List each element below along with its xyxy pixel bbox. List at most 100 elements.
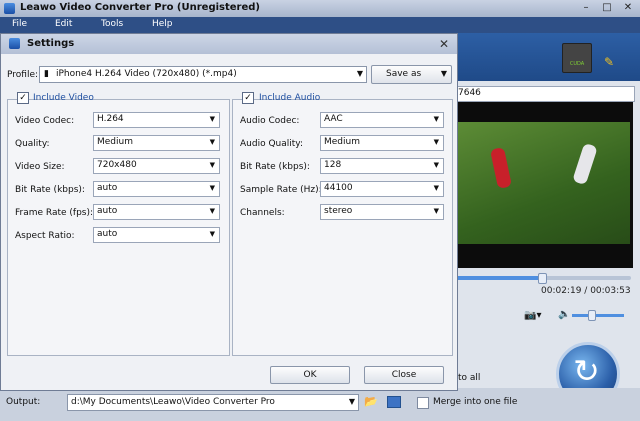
sample-rate-label: Sample Rate (Hz): — [240, 185, 322, 195]
video-quality-label: Quality: — [15, 139, 50, 149]
include-audio-label: Include Audio — [259, 93, 321, 103]
video-player-white — [572, 142, 598, 186]
convert-arrow-icon: ↻ — [573, 352, 600, 390]
output-path-select[interactable]: d:\My Documents\Leawo\Video Converter Pr… — [67, 394, 359, 411]
video-codec-value: H.264 — [97, 114, 124, 124]
profile-value: iPhone4 H.264 Video (720x480) (*.mp4) — [56, 69, 237, 79]
video-bitrate-select[interactable]: auto ▼ — [93, 181, 220, 197]
chevron-down-icon: ▼ — [440, 69, 447, 78]
video-quality-value: Medium — [97, 137, 133, 147]
dialog-title: Settings — [27, 38, 75, 49]
file-name-text: 7646 — [458, 88, 481, 98]
chevron-down-icon: ▼ — [348, 397, 355, 406]
video-player-red — [489, 146, 513, 190]
volume-handle[interactable] — [587, 310, 596, 321]
output-label: Output: — [6, 397, 41, 407]
frame-rate-select[interactable]: auto ▼ — [93, 204, 220, 220]
aspect-ratio-value: auto — [97, 229, 118, 239]
chevron-down-icon: ▼ — [209, 115, 215, 123]
channels-value: stereo — [324, 206, 353, 216]
camera-snapshot-icon[interactable]: 📷▾ — [524, 310, 541, 321]
merge-checkbox[interactable] — [417, 397, 429, 409]
file-name-field: 7646 — [455, 86, 635, 102]
profile-label: Profile: — [7, 70, 39, 80]
audio-quality-select[interactable]: Medium ▼ — [320, 135, 444, 151]
video-codec-label: Video Codec: — [15, 116, 75, 126]
close-window-button[interactable]: ✕ — [618, 1, 638, 15]
menu-tools[interactable]: Tools — [101, 19, 123, 29]
include-video-checkbox[interactable]: ✓ — [17, 92, 29, 104]
audio-codec-value: AAC — [324, 114, 343, 124]
frame-rate-value: auto — [97, 206, 118, 216]
chevron-down-icon: ▼ — [433, 207, 439, 215]
dialog-titlebar: Settings — [1, 34, 457, 54]
save-as-label: Save as — [386, 69, 422, 79]
open-folder-icon[interactable] — [387, 396, 401, 408]
chevron-down-icon: ▼ — [209, 207, 215, 215]
audio-quality-value: Medium — [324, 137, 360, 147]
chevron-down-icon: ▼ — [209, 138, 215, 146]
chevron-down-icon: ▼ — [209, 161, 215, 169]
chevron-down-icon: ▼ — [356, 69, 363, 78]
save-as-button[interactable]: Save as ▼ — [371, 65, 452, 84]
video-size-label: Video Size: — [15, 162, 65, 172]
profile-select[interactable]: ▮ iPhone4 H.264 Video (720x480) (*.mp4) … — [39, 66, 367, 83]
aspect-ratio-label: Aspect Ratio: — [15, 231, 75, 241]
app-titlebar: Leawo Video Converter Pro (Unregistered)… — [0, 0, 640, 18]
video-bitrate-value: auto — [97, 183, 118, 193]
menu-edit[interactable]: Edit — [55, 19, 72, 29]
audio-bitrate-label: Bit Rate (kbps): — [240, 162, 310, 172]
restore-button[interactable]: □ — [597, 1, 617, 15]
video-size-select[interactable]: 720x480 ▼ — [93, 158, 220, 174]
menu-file[interactable]: File — [12, 19, 27, 29]
minimize-button[interactable]: – — [576, 1, 596, 15]
phone-icon: ▮ — [44, 69, 49, 79]
time-total: 00:03:53 — [590, 286, 631, 296]
aspect-ratio-select[interactable]: auto ▼ — [93, 227, 220, 243]
close-button[interactable]: Close — [364, 366, 444, 384]
chevron-down-icon: ▼ — [209, 184, 215, 192]
audio-bitrate-value: 128 — [324, 160, 342, 170]
output-path-text: d:\My Documents\Leawo\Video Converter Pr… — [71, 397, 275, 407]
video-codec-select[interactable]: H.264 ▼ — [93, 112, 220, 128]
include-audio-checkbox[interactable]: ✓ — [242, 92, 254, 104]
speaker-icon[interactable]: 🔈 — [558, 309, 570, 320]
ok-button[interactable]: OK — [270, 366, 350, 384]
audio-quality-label: Audio Quality: — [240, 139, 303, 149]
sample-rate-select[interactable]: 44100 ▼ — [320, 181, 444, 197]
chevron-down-icon: ▼ — [433, 115, 439, 123]
app-icon — [4, 3, 15, 14]
time-separator: / — [581, 286, 591, 296]
nvidia-cuda-icon: CUDA — [562, 43, 592, 73]
audio-codec-label: Audio Codec: — [240, 116, 300, 126]
menu-help[interactable]: Help — [152, 19, 173, 29]
merge-label: Merge into one file — [433, 397, 518, 407]
channels-select[interactable]: stereo ▼ — [320, 204, 444, 220]
dialog-close-button[interactable]: ✕ — [439, 37, 449, 51]
app-title: Leawo Video Converter Pro (Unregistered) — [20, 2, 260, 13]
video-frame — [458, 122, 630, 244]
playback-time: 00:02:19 / 00:03:53 — [541, 286, 631, 296]
volume-slider[interactable] — [572, 314, 624, 317]
chevron-down-icon: ▼ — [433, 138, 439, 146]
frame-rate-label: Frame Rate (fps): — [15, 208, 94, 218]
video-size-value: 720x480 — [97, 160, 137, 170]
chevron-down-icon: ▼ — [209, 230, 215, 238]
apply-to-all-label: to all — [458, 373, 481, 383]
seek-fill — [455, 276, 542, 280]
cuda-label: CUDA — [569, 61, 585, 67]
audio-bitrate-select[interactable]: 128 ▼ — [320, 158, 444, 174]
chevron-down-icon: ▼ — [433, 161, 439, 169]
menu-bar: File Edit Tools Help — [0, 17, 640, 33]
channels-label: Channels: — [240, 208, 285, 218]
wrench-icon[interactable]: ✎ — [604, 55, 614, 69]
folder-icon[interactable]: 📂 — [364, 395, 378, 408]
video-quality-select[interactable]: Medium ▼ — [93, 135, 220, 151]
time-current: 00:02:19 — [541, 286, 582, 296]
video-bitrate-label: Bit Rate (kbps): — [15, 185, 85, 195]
video-preview — [455, 102, 633, 268]
seek-handle[interactable] — [538, 273, 548, 284]
audio-codec-select[interactable]: AAC ▼ — [320, 112, 444, 128]
settings-icon — [9, 38, 20, 49]
chevron-down-icon: ▼ — [433, 184, 439, 192]
